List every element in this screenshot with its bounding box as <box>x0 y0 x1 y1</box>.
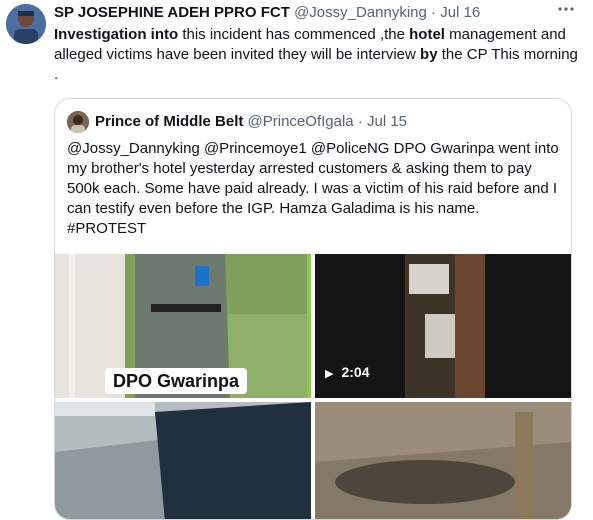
author-name[interactable]: SP JOSEPHINE ADEH PPRO FCT <box>54 4 290 21</box>
video-duration: 2:04 <box>341 364 370 380</box>
tweet-text: Investigation into this incident has com… <box>54 25 582 85</box>
tweet-date[interactable]: Jul 16 <box>440 4 480 21</box>
tweet-text-part: this incident has commenced ,the <box>178 26 410 43</box>
more-icon[interactable] <box>555 0 577 22</box>
header-separator: · <box>431 4 437 21</box>
media-photo-floor[interactable] <box>315 402 571 519</box>
quote-author-handle[interactable]: @PrinceOfIgala <box>248 113 354 130</box>
tweet-header: SP JOSEPHINE ADEH PPRO FCT @Jossy_Dannyk… <box>54 4 480 22</box>
media-grid: DPO Gwarinpa ▶ 2:04 <box>55 254 571 519</box>
quote-header-separator: · <box>357 113 363 130</box>
quote-date[interactable]: Jul 15 <box>367 113 407 130</box>
media-photo-caption: DPO Gwarinpa <box>105 368 248 394</box>
tweet-text-part: by <box>420 46 438 63</box>
quoted-tweet[interactable]: Prince of Middle Belt @PrinceOfIgala · J… <box>54 98 572 520</box>
quote-text: @Jossy_Dannyking @Princemoye1 @PoliceNG … <box>67 140 559 237</box>
author-handle[interactable]: @Jossy_Dannyking <box>294 4 427 21</box>
media-video[interactable]: ▶ 2:04 <box>315 254 571 398</box>
author-avatar[interactable] <box>6 4 46 44</box>
tweet-text-part: Investigation into <box>54 26 179 43</box>
video-duration-badge: ▶ 2:04 <box>325 362 370 384</box>
media-photo-car[interactable] <box>55 402 311 519</box>
quote-header: Prince of Middle Belt @PrinceOfIgala · J… <box>95 113 407 131</box>
play-icon[interactable]: ▶ <box>325 368 333 380</box>
quote-author-avatar[interactable] <box>67 111 89 133</box>
media-photo-officer[interactable]: DPO Gwarinpa <box>55 254 311 398</box>
quote-author-name[interactable]: Prince of Middle Belt <box>95 113 243 130</box>
tweet-text-part: hotel <box>409 26 445 43</box>
